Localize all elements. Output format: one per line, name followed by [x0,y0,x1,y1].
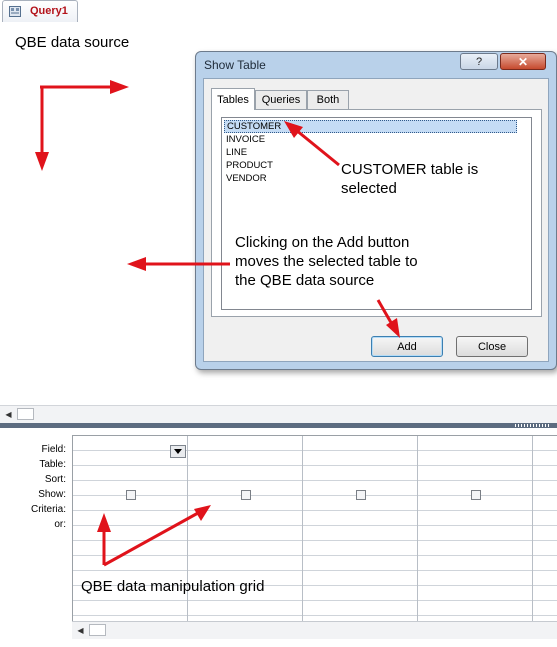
qbe-grid-pane: Field: Table: Sort: Show: Criteria: or: [0,428,557,647]
scroll-thumb[interactable] [89,624,106,636]
document-tabstrip: Query1 [0,0,557,23]
scroll-thumb[interactable] [17,408,34,420]
splitter-grip-icon[interactable] [515,424,551,427]
close-button[interactable]: Close [456,336,528,357]
tab-both[interactable]: Both [307,90,349,109]
scroll-left-icon[interactable]: ◀ [2,408,15,420]
dialog-body: Tables Queries Both CUSTOMER INVOICE LIN… [203,78,549,362]
grid-annotation: QBE data manipulation grid [81,578,265,595]
query1-tab[interactable]: Query1 [2,0,78,22]
dialog-title: Show Table [204,58,266,72]
show-table-dialog[interactable]: Show Table ? ✕ Tables Queries Both CUSTO… [195,51,557,370]
qbe-design-grid[interactable] [72,435,557,632]
add-button[interactable]: Add [371,336,443,357]
list-item-line[interactable]: LINE [224,146,247,159]
grid-column-line [532,436,533,632]
list-item-customer[interactable]: CUSTOMER [224,120,517,133]
grid-row-line [73,510,557,511]
show-checkbox-1[interactable] [126,490,136,500]
grid-row-line [73,540,557,541]
grid-row-line [73,600,557,601]
close-icon[interactable]: ✕ [500,53,546,70]
row-label-field: Field: [41,444,66,455]
add-button-annotation: Clicking on the Add button moves the sel… [235,234,418,289]
scroll-left-icon[interactable]: ◀ [74,624,87,636]
show-checkbox-3[interactable] [356,490,366,500]
list-item-invoice[interactable]: INVOICE [224,133,265,146]
grid-row-line [73,555,557,556]
grid-row-line [73,525,557,526]
row-label-show: Show: [38,489,66,500]
grid-row-line [73,615,557,616]
qbe-data-source-title: QBE data source [15,34,130,51]
field-dropdown-button[interactable] [170,445,186,458]
row-label-sort: Sort: [44,474,66,485]
show-checkbox-2[interactable] [241,490,251,500]
grid-row-line [73,465,557,466]
row-label-table: Table: [39,459,66,470]
grid-row-line [73,480,557,481]
show-checkbox-4[interactable] [471,490,481,500]
grid-column-line [302,436,303,632]
row-label-criteria: Criteria: [30,504,66,515]
customer-selected-annotation: CUSTOMER table is selected [341,161,479,197]
tab-queries[interactable]: Queries [255,90,307,109]
row-label-or: or: [54,519,66,530]
chevron-down-icon [174,449,182,454]
source-pane-horizontal-scrollbar[interactable]: ◀ [0,405,557,424]
list-item-vendor[interactable]: VENDOR [224,172,267,185]
tab-tables[interactable]: Tables [211,88,255,110]
grid-column-line [187,436,188,632]
grid-horizontal-scrollbar[interactable]: ◀ [72,621,557,639]
grid-row-line [73,495,557,496]
list-item-product[interactable]: PRODUCT [224,159,273,172]
query1-tab-label: Query1 [30,5,68,17]
grid-row-line [73,570,557,571]
query-icon [9,6,21,17]
grid-row-line [73,450,557,451]
help-button[interactable]: ? [460,53,498,70]
grid-column-line [417,436,418,632]
